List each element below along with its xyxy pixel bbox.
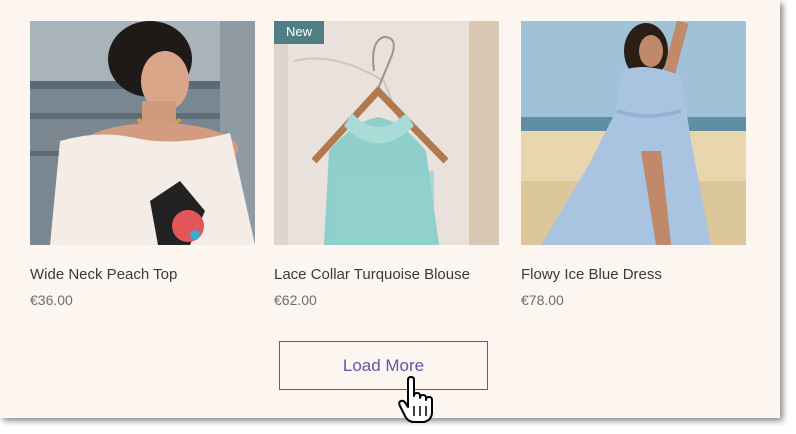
product-price: €78.00 [521,292,564,308]
product-card[interactable]: New Lace Collar Turquoise Blouse €62.00 [274,21,499,308]
product-image[interactable] [521,21,746,245]
hand-pointer-icon [398,376,434,429]
product-card[interactable]: Flowy Ice Blue Dress €78.00 [521,21,746,308]
product-name[interactable]: Lace Collar Turquoise Blouse [274,266,499,284]
product-price: €36.00 [30,292,73,308]
product-card[interactable]: Wide Neck Peach Top €36.00 [30,21,255,308]
product-image[interactable] [30,21,255,245]
product-gallery: Wide Neck Peach Top €36.00 New Lace Coll… [0,0,780,418]
load-more-button[interactable]: Load More [279,341,488,390]
product-name[interactable]: Wide Neck Peach Top [30,266,255,284]
new-badge: New [274,21,325,44]
product-name[interactable]: Flowy Ice Blue Dress [521,266,746,284]
product-image[interactable]: New [274,21,499,245]
product-price: €62.00 [274,292,317,308]
